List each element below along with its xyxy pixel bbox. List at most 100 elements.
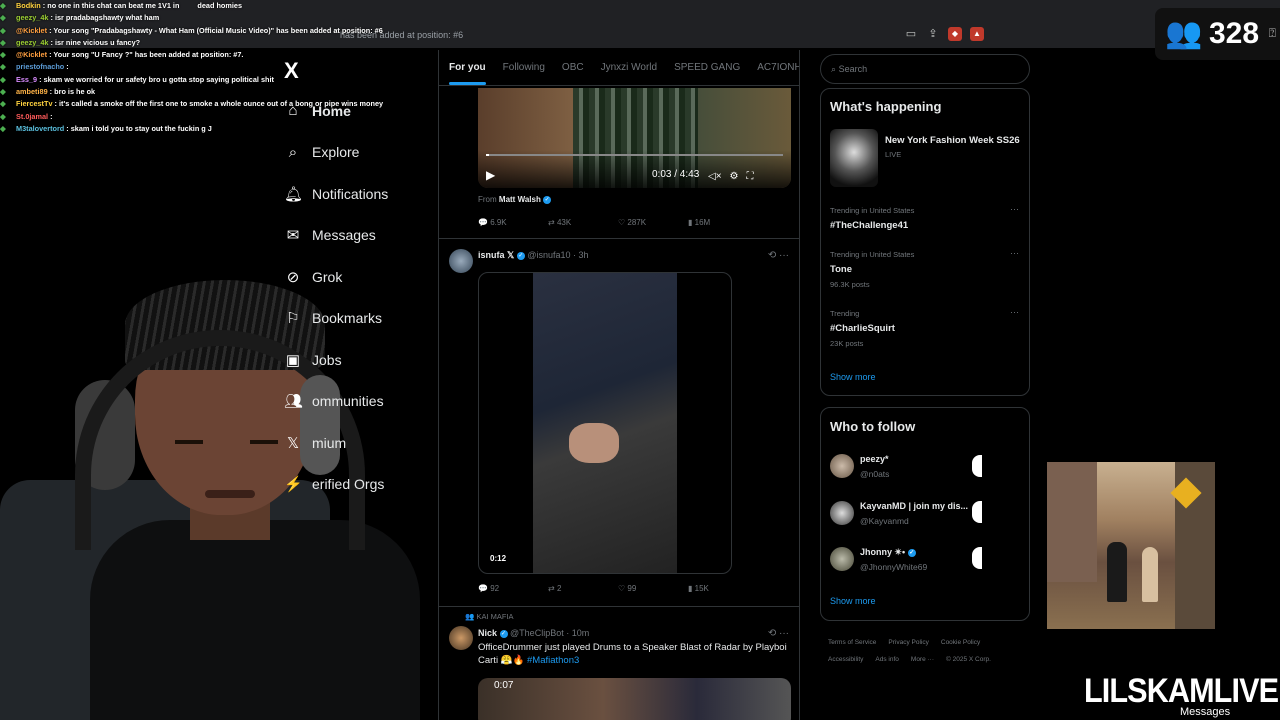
badge-icon: ◆ bbox=[0, 50, 6, 60]
post2-actions: 💬 92 ⇄ 2 ♡ 99 ▮ 15K ⚑⇧ bbox=[478, 584, 791, 593]
like-button[interactable]: ♡ 287K bbox=[618, 218, 688, 227]
sidebar-item-mium[interactable]: 𝕏mium bbox=[284, 422, 388, 464]
tab-jynxzi-world[interactable]: Jynxzi World bbox=[591, 50, 665, 85]
follow-name[interactable]: peezy* bbox=[860, 454, 889, 464]
sidebar-item-ommunities[interactable]: 👥︎ ommunities bbox=[284, 381, 388, 423]
reply-button[interactable]: 💬 6.9K bbox=[478, 218, 548, 227]
sidebar-item-label: Messages bbox=[312, 227, 376, 244]
follow-name[interactable]: Jhonny ✴• ✓ bbox=[860, 547, 916, 558]
footer-link[interactable]: Cookie Policy bbox=[941, 639, 980, 646]
social-context: 👥 KAI MAFIA bbox=[465, 612, 514, 621]
chat-text: skam i told you to stay out the fuckin g… bbox=[70, 123, 212, 133]
chat-username[interactable]: @Kicklet bbox=[16, 26, 47, 35]
sidebar-item-label: Jobs bbox=[312, 351, 342, 368]
views-button[interactable]: ▮ 16M bbox=[688, 218, 758, 227]
rewards-icon[interactable]: ▲ bbox=[970, 27, 984, 41]
chat-username[interactable]: @Kicklet bbox=[16, 50, 47, 59]
menu-icon: ⍰ bbox=[1268, 26, 1276, 40]
chat-username[interactable]: M3talovertord bbox=[16, 124, 64, 133]
more-icon[interactable]: ⟲ ··· bbox=[768, 250, 789, 261]
tab-obc[interactable]: OBC bbox=[552, 50, 591, 85]
sidebar-item-home[interactable]: ⌂ Home bbox=[284, 90, 388, 132]
chat-username[interactable]: ambeti89 bbox=[16, 87, 48, 96]
tab-following[interactable]: Following bbox=[493, 50, 552, 85]
search-icon: ⌕ bbox=[831, 64, 837, 74]
search-input[interactable]: ⌕ Search bbox=[820, 54, 1030, 84]
author-handle[interactable]: @TheClipBot · 10m bbox=[510, 628, 589, 638]
repost-button[interactable]: ⇄ 43K bbox=[548, 218, 618, 227]
hashtag-link[interactable]: #Mafiathon3 bbox=[527, 655, 579, 666]
footer-link[interactable]: © 2025 X Corp. bbox=[946, 656, 991, 663]
chat-username[interactable]: FiercestTv bbox=[16, 99, 53, 108]
chat-username[interactable]: geezy_4k bbox=[16, 38, 48, 47]
trend-name[interactable]: Tone bbox=[830, 264, 852, 275]
post3-text: OfficeDrummer just played Drums to a Spe… bbox=[478, 641, 788, 667]
sidebar-item-jobs[interactable]: ▣ Jobs bbox=[284, 339, 388, 381]
follow-name[interactable]: KayvanMD | join my dis... bbox=[860, 501, 968, 511]
reply-button[interactable]: 💬 92 bbox=[478, 584, 548, 593]
repost-button[interactable]: ⇄ 2 bbox=[548, 584, 618, 593]
sidebar-item-messages[interactable]: ✉ Messages bbox=[284, 215, 388, 257]
more-icon[interactable]: ⟲ ··· bbox=[768, 628, 789, 639]
follow-name-text: Jhonny ✴• bbox=[860, 547, 906, 557]
footer-link[interactable]: Terms of Service bbox=[828, 639, 876, 646]
footer-link[interactable]: More ··· bbox=[911, 656, 934, 663]
sidebar-item-bookmarks[interactable]: ⚐ Bookmarks bbox=[284, 298, 388, 340]
video-progress[interactable] bbox=[486, 154, 783, 156]
source-name[interactable]: Matt Walsh bbox=[499, 195, 541, 204]
sidebar-item-grok[interactable]: ⊘ Grok bbox=[284, 256, 388, 298]
chat-username[interactable]: Bodkin bbox=[16, 1, 41, 10]
avatar[interactable] bbox=[830, 454, 854, 478]
more-icon[interactable]: ··· bbox=[1010, 307, 1019, 317]
share-icon[interactable]: ⇪ bbox=[926, 27, 940, 41]
video-player-3[interactable]: 0:07 bbox=[478, 678, 791, 720]
settings-icon[interactable]: ⚙ bbox=[730, 171, 739, 182]
trend-name[interactable]: #TheChallenge41 bbox=[830, 220, 908, 231]
follow-button[interactable] bbox=[972, 547, 982, 569]
tab-ac7ionhou[interactable]: AC7IONHOU bbox=[747, 50, 799, 85]
follow-button[interactable] bbox=[972, 501, 982, 523]
video-player-1[interactable]: ▶ 0:03 / 4:43 ◁× ⚙ ⛶ bbox=[478, 88, 791, 188]
sidebar-item-label: Explore bbox=[312, 144, 360, 161]
chat-username[interactable]: geezy_4k bbox=[16, 13, 48, 22]
author-name[interactable]: Nick bbox=[478, 628, 497, 638]
sidebar-item-explore[interactable]: ⌕ Explore bbox=[284, 132, 388, 174]
volume-icon[interactable]: ◁× bbox=[708, 171, 722, 182]
author-handle[interactable]: @isnufa10 · 3h bbox=[527, 250, 588, 260]
panel-title: Who to follow bbox=[830, 419, 916, 434]
sidebar-item-erified-orgs[interactable]: ⚡ erified Orgs bbox=[284, 464, 388, 506]
footer-link[interactable]: Privacy Policy bbox=[888, 639, 928, 646]
chat-username[interactable]: St.0jamal bbox=[16, 112, 48, 121]
badge-icon: ◆ bbox=[0, 37, 6, 47]
more-icon[interactable]: ··· bbox=[1010, 248, 1019, 258]
chat-username[interactable]: Ess_9 bbox=[16, 75, 37, 84]
tab-speed-gang[interactable]: SPEED GANG bbox=[664, 50, 747, 85]
x-logo[interactable]: X bbox=[284, 58, 299, 84]
sidebar-item-notifications[interactable]: 🔔︎ Notifications bbox=[284, 173, 388, 215]
sidebar-item-label: Home bbox=[312, 102, 351, 119]
avatar[interactable] bbox=[830, 547, 854, 571]
views-button[interactable]: ▮ 15K bbox=[688, 584, 758, 593]
sidebar-item-label: erified Orgs bbox=[312, 476, 385, 493]
tab-for-you[interactable]: For you bbox=[439, 50, 493, 85]
footer-link[interactable]: Accessibility bbox=[828, 656, 863, 663]
trend-name[interactable]: #CharlieSquirt bbox=[830, 323, 895, 334]
follow-button[interactable] bbox=[972, 455, 982, 477]
play-icon[interactable]: ▶ bbox=[486, 168, 495, 182]
avatar[interactable] bbox=[449, 626, 473, 650]
footer-link[interactable]: Ads info bbox=[875, 656, 899, 663]
avatar[interactable] bbox=[830, 501, 854, 525]
brave-shield-icon[interactable]: ◆ bbox=[948, 27, 962, 41]
install-icon[interactable]: ▭ bbox=[904, 27, 918, 41]
fullscreen-icon[interactable]: ⛶ bbox=[747, 171, 754, 182]
chat-username[interactable]: priestofnacho bbox=[16, 62, 64, 71]
like-button[interactable]: ♡ 99 bbox=[618, 584, 688, 593]
show-more-link[interactable]: Show more bbox=[830, 596, 876, 606]
avatar[interactable] bbox=[449, 249, 473, 273]
more-icon[interactable]: ··· bbox=[1010, 204, 1019, 214]
author-name[interactable]: isnufa bbox=[478, 250, 505, 260]
show-more-link[interactable]: Show more bbox=[830, 372, 876, 382]
event-image[interactable] bbox=[830, 129, 878, 187]
event-title[interactable]: New York Fashion Week SS26 bbox=[885, 135, 1020, 146]
video-player-2[interactable]: 0:12 bbox=[478, 272, 732, 574]
